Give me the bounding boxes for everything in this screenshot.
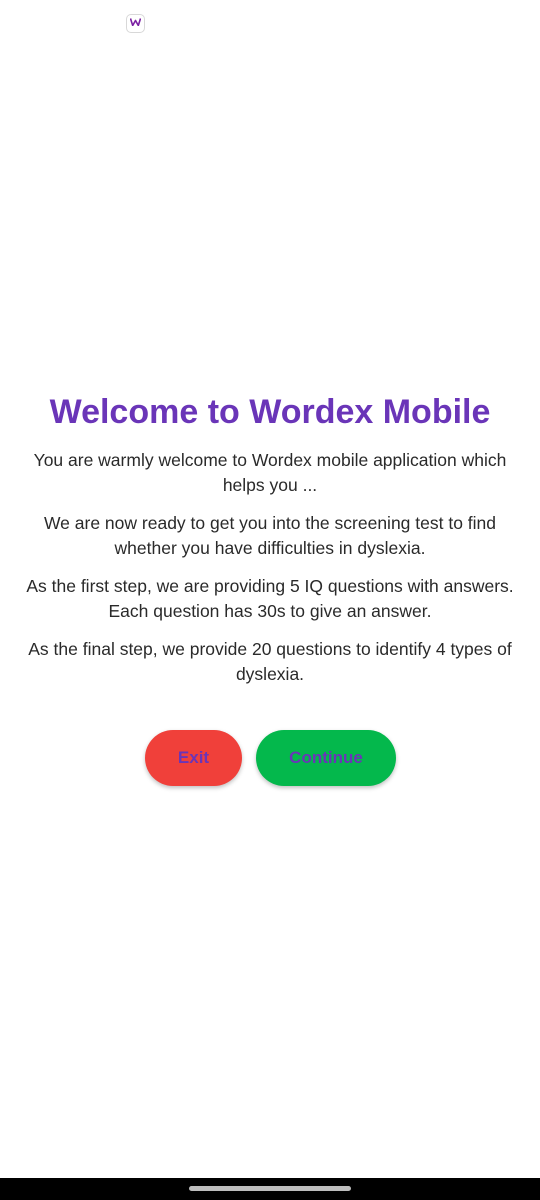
w-letter-icon [130,18,141,26]
iq-step-paragraph: As the first step, we are providing 5 IQ… [26,576,514,621]
continue-button[interactable]: Continue [256,730,396,786]
navigation-bar [0,1178,540,1200]
wordex-logo-icon [127,15,144,32]
intro-paragraph: You are warmly welcome to Wordex mobile … [33,450,507,495]
page-title: Welcome to Wordex Mobile [49,393,491,431]
status-bar [0,0,540,48]
home-indicator[interactable] [189,1186,351,1191]
final-step-paragraph: As the final step, we provide 20 questio… [28,639,512,684]
welcome-content: Welcome to Wordex Mobile You are warmly … [0,390,540,700]
welcome-screen: Welcome to Wordex Mobile You are warmly … [0,0,540,1200]
exit-button[interactable]: Exit [145,730,242,786]
action-buttons: Exit Continue [0,730,540,786]
screening-paragraph: We are now ready to get you into the scr… [43,513,497,558]
